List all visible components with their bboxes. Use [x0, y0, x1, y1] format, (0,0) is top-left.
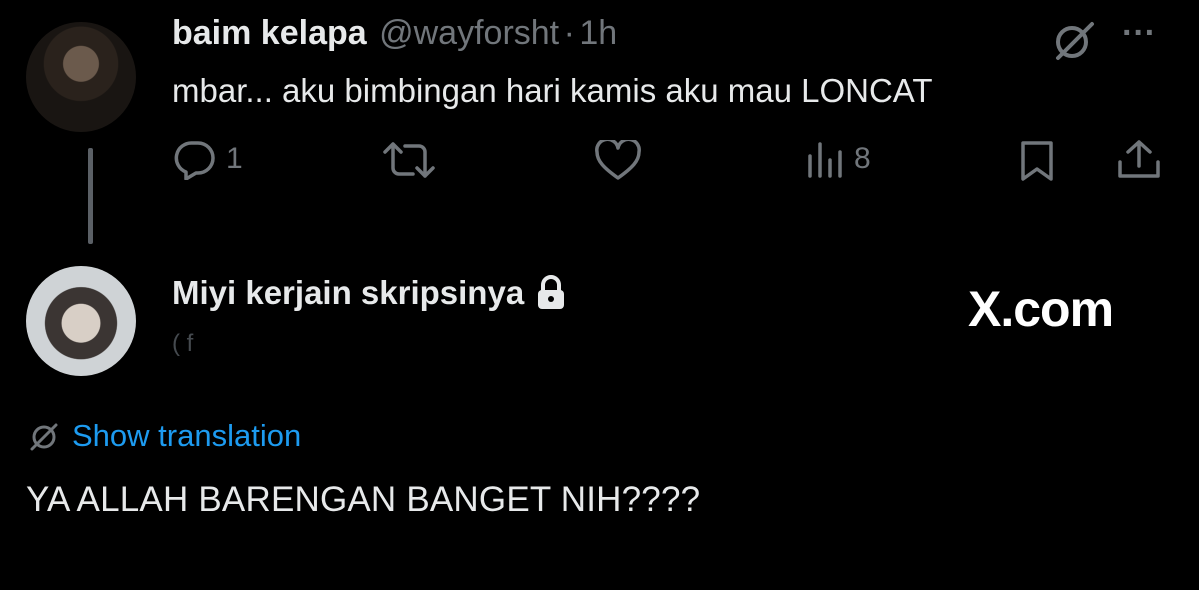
- tweet-text: mbar... aku bimbingan hari kamis aku mau…: [172, 72, 933, 109]
- reply-author-handle: ( f: [172, 330, 194, 357]
- no-translate-icon[interactable]: [1050, 18, 1098, 62]
- share-button[interactable]: [1116, 138, 1162, 182]
- reply-text: YA ALLAH BARENGAN BANGET NIH????: [26, 480, 701, 519]
- x-com-watermark: X.com: [968, 281, 1114, 337]
- reply-button[interactable]: 1: [172, 138, 243, 180]
- views-button[interactable]: 8: [806, 138, 871, 180]
- lock-icon: [536, 275, 566, 311]
- no-translate-icon: [28, 420, 60, 452]
- retweet-button[interactable]: [383, 140, 435, 180]
- reply-author-name[interactable]: Miyi kerjain skripsinya: [172, 274, 524, 312]
- avatar[interactable]: [26, 266, 136, 376]
- like-icon: [594, 140, 642, 182]
- thread-connector-line: [88, 148, 93, 244]
- author-handle[interactable]: @wayforsht: [379, 14, 559, 52]
- tweet-header: baim kelapa @wayforsht · 1h: [172, 14, 617, 53]
- more-options-button[interactable]: ···: [1122, 14, 1156, 53]
- tweet-time[interactable]: 1h: [579, 14, 617, 52]
- views-icon: [806, 138, 846, 180]
- retweet-icon: [383, 140, 435, 180]
- reply-header: Miyi kerjain skripsinya: [172, 274, 566, 312]
- bookmark-icon: [1018, 140, 1056, 182]
- show-translation-link[interactable]: Show translation: [72, 418, 301, 454]
- reply-count: 1: [226, 142, 243, 175]
- views-count: 8: [854, 142, 871, 175]
- share-icon: [1116, 138, 1162, 182]
- reply-icon: [172, 138, 218, 180]
- show-translation-row[interactable]: Show translation: [28, 418, 301, 454]
- like-button[interactable]: [594, 140, 642, 182]
- avatar[interactable]: [26, 22, 136, 132]
- author-name[interactable]: baim kelapa: [172, 14, 367, 52]
- meta-separator: ·: [563, 14, 575, 52]
- bookmark-button[interactable]: [1018, 140, 1056, 182]
